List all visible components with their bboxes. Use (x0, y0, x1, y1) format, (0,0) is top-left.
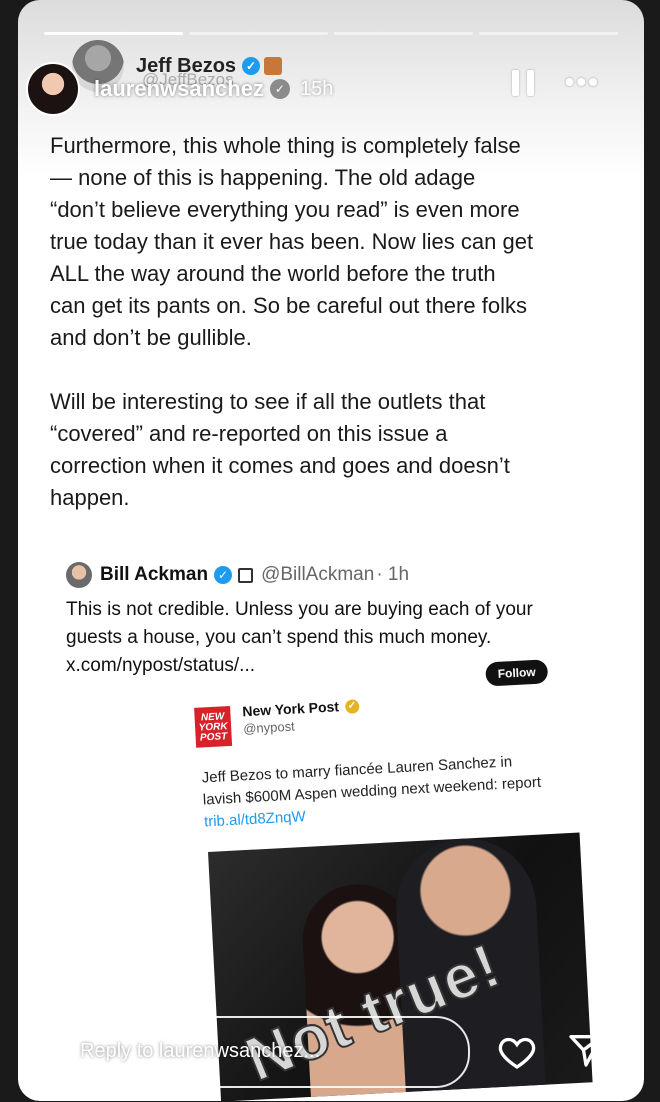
reply-input[interactable]: Reply to laurenwsanchez... (46, 1016, 470, 1088)
quote-avatar (66, 562, 92, 588)
pause-icon[interactable] (512, 70, 534, 96)
story-time: 15h (299, 77, 334, 100)
quote-author-name: Bill Ackman (100, 564, 209, 585)
progress-segment (44, 32, 183, 35)
verified-badge-icon: ✓ (214, 566, 233, 584)
story-header: laurenwsanchez ✓ 15h ••• (26, 62, 616, 116)
embed-author-handle: @nypost (242, 718, 296, 737)
embed-link[interactable]: trib.al/td8ZnqW (204, 808, 306, 830)
reply-placeholder: Reply to laurenwsanchez... (80, 1040, 321, 1062)
follow-button[interactable]: Follow (485, 659, 549, 687)
more-icon[interactable]: ••• (565, 68, 600, 96)
story-avatar[interactable] (26, 62, 80, 116)
quote-time: · 1h (376, 564, 410, 585)
verified-badge-icon: ✓ (269, 79, 290, 99)
post-text: Furthermore, this whole thing is complet… (50, 133, 534, 510)
verified-badge-icon: ✓ (344, 699, 360, 715)
progress-segment (189, 32, 328, 35)
send-icon[interactable] (566, 1030, 606, 1070)
nypost-logo: NEW YORK POST (194, 705, 233, 748)
story-progress-bar (44, 32, 618, 35)
progress-segment (479, 32, 618, 35)
progress-segment (334, 32, 473, 35)
story-username[interactable]: laurenwsanchez (94, 76, 264, 102)
quote-author-handle: @BillAckman (261, 564, 375, 585)
heart-icon[interactable] (497, 1032, 537, 1072)
business-icon (238, 567, 254, 583)
